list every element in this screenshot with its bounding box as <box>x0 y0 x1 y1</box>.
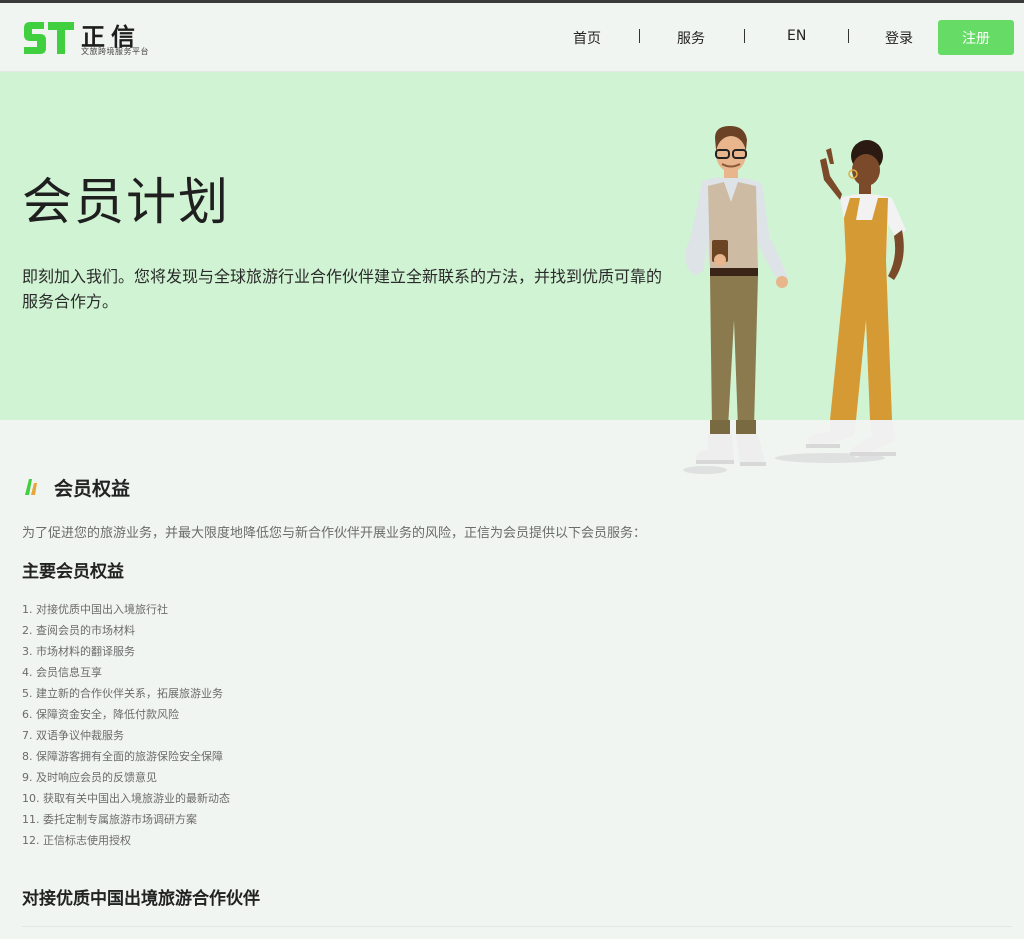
nav-home[interactable]: 首页 <box>573 28 601 48</box>
section-divider <box>22 926 1012 927</box>
list-item: 2. 查阅会员的市场材料 <box>22 624 135 637</box>
list-item: 3. 市场材料的翻译服务 <box>22 645 135 658</box>
nav-separator <box>639 29 640 43</box>
logo-tagline: 文旅跨境服务平台 <box>81 47 149 56</box>
woman-figure <box>806 140 906 458</box>
st-logo-icon <box>24 22 74 54</box>
nav-services[interactable]: 服务 <box>677 28 705 48</box>
list-item: 1. 对接优质中国出入境旅行社 <box>22 603 168 616</box>
main-benefits-heading: 主要会员权益 <box>22 562 124 582</box>
list-item: 5. 建立新的合作伙伴关系，拓展旅游业务 <box>22 687 223 700</box>
site-header: 正信 文旅跨境服务平台 首页 服务 EN 登录 注册 <box>0 3 1024 72</box>
section-marker-icon <box>25 479 37 495</box>
nav-separator <box>744 29 745 43</box>
benefits-list: 1. 对接优质中国出入境旅行社 2. 查阅会员的市场材料 3. 市场材料的翻译服… <box>22 599 230 851</box>
list-item: 7. 双语争议仲裁服务 <box>22 729 124 742</box>
section-title: 会员权益 <box>54 478 131 500</box>
nav-separator <box>848 29 849 43</box>
page-title: 会员计划 <box>22 173 230 231</box>
nav-login[interactable]: 登录 <box>885 28 913 48</box>
partner-heading: 对接优质中国出境旅游合作伙伴 <box>22 889 260 909</box>
list-item: 8. 保障游客拥有全面的旅游保险安全保障 <box>22 750 223 763</box>
list-item: 12. 正信标志使用授权 <box>22 834 131 847</box>
nav-language-en[interactable]: EN <box>787 28 806 44</box>
list-item: 10. 获取有关中国出入境旅游业的最新动态 <box>22 792 230 805</box>
benefits-intro: 为了促进您的旅游业务，并最大限度地降低您与新合作伙伴开展业务的风险，正信为会员提… <box>22 526 647 541</box>
list-item: 9. 及时响应会员的反馈意见 <box>22 771 157 784</box>
hero-illustration <box>683 126 906 474</box>
hero-description: 即刻加入我们。您将发现与全球旅游行业合作伙伴建立全新联系的方法，并找到优质可靠的… <box>22 267 663 311</box>
list-item: 11. 委托定制专属旅游市场调研方案 <box>22 813 197 826</box>
list-item: 6. 保障资金安全，降低付款风险 <box>22 708 179 721</box>
site-logo[interactable]: 正信 文旅跨境服务平台 <box>22 18 152 58</box>
man-figure <box>684 126 788 466</box>
register-button[interactable]: 注册 <box>938 20 1014 55</box>
list-item: 4. 会员信息互享 <box>22 666 102 679</box>
